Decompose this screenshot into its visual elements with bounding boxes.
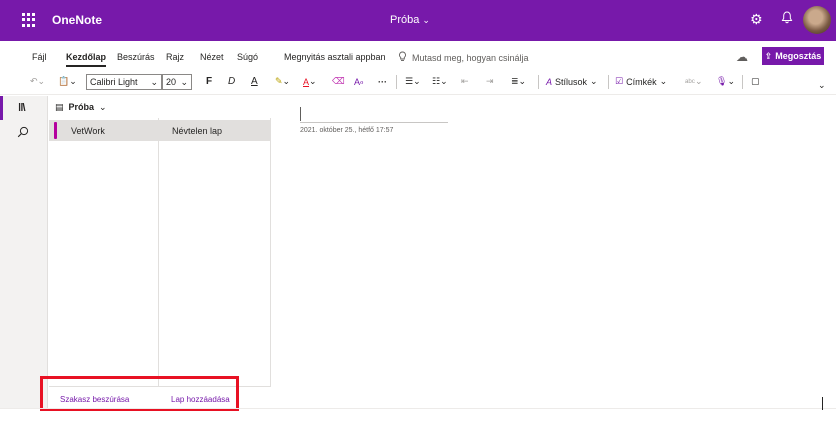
divider <box>396 75 397 89</box>
page-date: 2021. október 25., hétfő 17:57 <box>300 127 394 134</box>
section-item[interactable]: VetWork <box>49 120 159 141</box>
bell-icon[interactable] <box>781 11 793 27</box>
paste-icon[interactable]: 📋⌄ <box>58 73 77 90</box>
menu-insert[interactable]: Beszúrás <box>117 52 155 62</box>
spelling-icon: ᵃᵇᶜ <box>685 76 695 87</box>
font-name-value: Calibri Light <box>90 77 138 87</box>
styles-icon: A <box>546 76 553 87</box>
page-list: Névtelen lap <box>159 118 271 386</box>
styles-label: Stílusok <box>555 76 588 87</box>
notebooks-icon: ‖\ <box>18 102 25 114</box>
font-color-icon[interactable]: A ⌄ <box>303 73 317 90</box>
settings-icon[interactable]: ⚙ <box>750 11 763 28</box>
numbering-icon[interactable]: ☷⌄ <box>432 73 448 90</box>
tell-me-box[interactable]: Mutasd meg, hogyan csinálja <box>398 51 529 64</box>
tags-label: Címkék <box>626 76 657 87</box>
page-title-line[interactable] <box>300 122 448 123</box>
more-options-button[interactable]: ··· <box>378 73 387 90</box>
mouse-cursor <box>822 397 823 410</box>
tags-button[interactable]: ☑ Címkék ⌄ <box>615 73 667 90</box>
highlighter-icon[interactable]: ✎ ⌄ <box>275 73 290 90</box>
share-button[interactable]: ⇪ Megosztás <box>762 47 824 65</box>
open-in-desktop-button[interactable]: Megnyitás asztali appban <box>284 52 386 62</box>
chevron-down-icon: ⌄ <box>99 101 107 112</box>
menu-bar: Fájl Kezdőlap Beszúrás Rajz Nézet Súgó M… <box>0 41 836 69</box>
chevron-down-icon: ⌄ <box>422 15 430 25</box>
tag-icon: ☑ <box>615 76 624 86</box>
title-bar: OneNote Próba ⌄ ⚙ <box>0 0 836 41</box>
clear-formatting-icon[interactable]: Aℴ <box>354 73 363 90</box>
section-color-tab <box>54 122 57 139</box>
ribbon: ↶⌄ 📋⌄ Calibri Light ⌄ 20 ⌄ F D A ✎ ⌄ A ⌄ ⌫ A… <box>0 69 836 95</box>
lightbulb-icon <box>398 51 407 64</box>
divider <box>742 75 743 89</box>
menu-draw[interactable]: Rajz <box>166 52 184 62</box>
notebook-name: Próba <box>68 102 95 112</box>
indent-icon[interactable]: ⇥ <box>486 73 494 90</box>
share-icon: ⇪ <box>764 50 773 61</box>
chevron-down-icon: ⌄ <box>590 76 598 86</box>
notebook-title-dropdown[interactable]: Próba ⌄ <box>390 14 430 26</box>
font-size-select[interactable]: 20 ⌄ <box>162 74 192 90</box>
cloud-icon[interactable]: ☁ <box>736 50 748 64</box>
bold-button[interactable]: F <box>206 73 212 90</box>
eraser-icon[interactable]: ⌫ <box>332 73 345 90</box>
spelling-button[interactable]: ᵃᵇᶜ ⌄ <box>685 73 702 90</box>
menu-home[interactable]: Kezdőlap <box>66 52 107 67</box>
chevron-down-icon: ⌄ <box>150 76 158 87</box>
tell-me-text: Mutasd meg, hogyan csinálja <box>412 52 529 63</box>
bullets-icon[interactable]: ☰⌄ <box>405 73 421 90</box>
menu-file[interactable]: Fájl <box>32 52 47 62</box>
menu-view[interactable]: Nézet <box>200 52 224 62</box>
menu-help[interactable]: Súgó <box>237 52 258 62</box>
undo-icon[interactable]: ↶⌄ <box>30 73 45 90</box>
notebook-icon: ▤ <box>55 101 64 112</box>
page-canvas[interactable]: 2021. október 25., hétfő 17:57 <box>272 96 836 408</box>
divider <box>608 75 609 89</box>
notebook-title: Próba <box>390 14 420 26</box>
chevron-down-icon: ⌄ <box>180 76 188 87</box>
nav-rail: ‖\ <box>0 96 48 408</box>
app-name[interactable]: OneNote <box>52 13 102 27</box>
selection-indicator <box>0 96 3 120</box>
page-label: Névtelen lap <box>172 126 223 136</box>
waffle-icon[interactable] <box>22 13 36 27</box>
search-icon[interactable] <box>17 126 29 141</box>
italic-button[interactable]: D <box>228 73 235 90</box>
styles-button[interactable]: A Stílusok ⌄ <box>546 73 598 90</box>
align-icon[interactable]: ≣⌄ <box>511 73 526 90</box>
immersive-reader-icon[interactable]: ▢ <box>751 73 760 90</box>
notebook-header[interactable]: ▤ Próba ⌄ <box>49 96 271 118</box>
notebooks-button[interactable]: ‖\ <box>0 96 48 120</box>
font-size-value: 20 <box>166 77 177 87</box>
divider <box>538 75 539 89</box>
section-label: VetWork <box>71 126 105 136</box>
collapse-ribbon-icon[interactable]: ⌄ <box>818 77 826 94</box>
underline-button[interactable]: A <box>251 73 258 90</box>
outdent-icon[interactable]: ⇤ <box>461 73 469 90</box>
chevron-down-icon: ⌄ <box>659 76 668 86</box>
font-name-select[interactable]: Calibri Light ⌄ <box>86 74 162 90</box>
highlight-box <box>40 376 239 411</box>
dictate-icon[interactable]: 🎙 ⌄ <box>716 73 735 90</box>
avatar[interactable] <box>803 6 831 34</box>
share-label: Megosztás <box>775 51 822 61</box>
page-item[interactable]: Névtelen lap <box>159 120 271 141</box>
text-caret <box>300 107 301 121</box>
divider <box>0 408 836 409</box>
section-list: VetWork <box>49 118 159 386</box>
